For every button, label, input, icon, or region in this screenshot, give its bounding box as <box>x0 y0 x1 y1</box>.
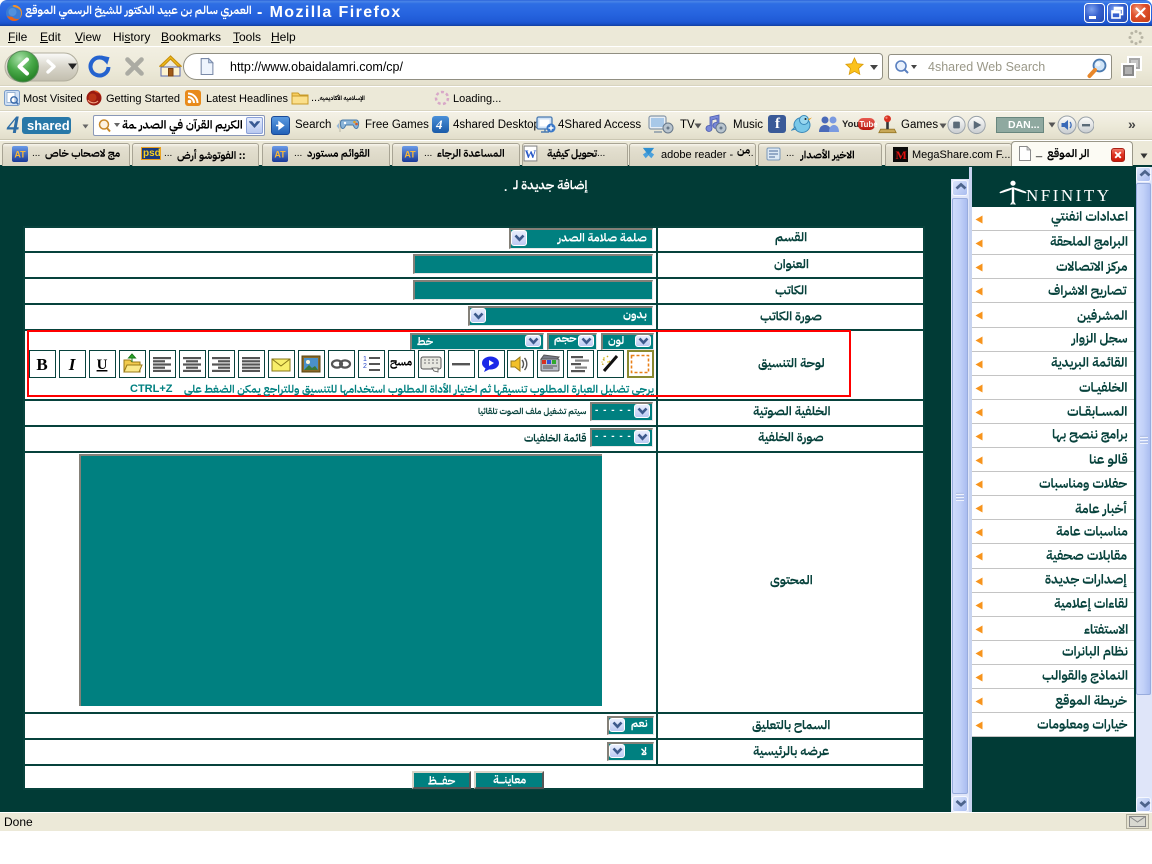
svg-text:I: I <box>68 355 77 374</box>
svg-text:W: W <box>525 148 537 161</box>
svg-text:AT: AT <box>14 150 26 160</box>
svg-text:AT: AT <box>274 150 286 160</box>
svg-text:U: U <box>96 357 107 373</box>
svg-text:2: 2 <box>363 363 367 370</box>
svg-text:AT: AT <box>404 150 416 160</box>
svg-text:1: 1 <box>363 356 367 363</box>
svg-text:B: B <box>36 355 47 374</box>
